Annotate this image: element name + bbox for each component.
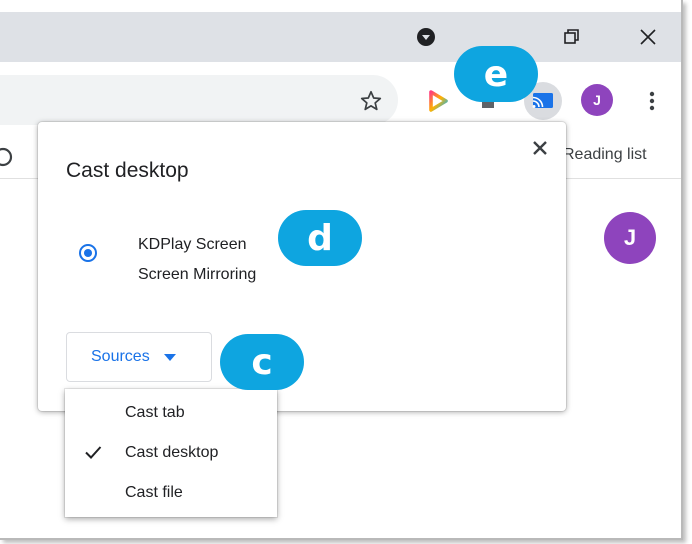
- sources-button[interactable]: Sources: [66, 332, 212, 382]
- bookmark-star-icon[interactable]: [358, 88, 384, 114]
- menu-item-label: Cast tab: [125, 404, 185, 421]
- close-icon[interactable]: [528, 136, 552, 160]
- callout-e-letter: e: [483, 53, 509, 95]
- bookmark-favicon-icon[interactable]: [0, 146, 14, 168]
- address-bar[interactable]: [0, 75, 398, 125]
- page-avatar-letter: J: [623, 225, 637, 250]
- callout-c: c: [220, 334, 304, 390]
- callout-d-letter: d: [307, 217, 333, 259]
- checkmark-icon: [83, 442, 103, 467]
- sink-radio[interactable]: [79, 244, 97, 262]
- incognito-dot-icon[interactable]: [403, 12, 449, 62]
- chevron-down-icon: [163, 353, 176, 361]
- sink-name-line2: Screen Mirroring: [138, 266, 257, 283]
- sources-label: Sources: [91, 348, 150, 365]
- sink-name: KDPlay Screen Screen Mirroring: [138, 230, 256, 290]
- profile-avatar[interactable]: J: [581, 84, 613, 116]
- menu-item-label: Cast file: [125, 484, 183, 501]
- page-avatar[interactable]: J: [604, 212, 656, 264]
- browser-window: J Reading list J Cast desktop KDPlay Scr…: [0, 0, 683, 540]
- kebab-menu-icon[interactable]: [640, 86, 664, 116]
- menu-item-cast-tab[interactable]: Cast tab: [65, 393, 277, 433]
- close-icon[interactable]: [625, 12, 671, 62]
- restore-icon[interactable]: [549, 12, 595, 62]
- callout-d: d: [278, 210, 362, 266]
- callout-c-letter: c: [251, 341, 273, 383]
- menu-item-label: Cast desktop: [125, 444, 219, 461]
- sources-menu: Cast tab Cast desktop Cast file: [65, 389, 277, 517]
- reading-list-button[interactable]: Reading list: [563, 146, 647, 164]
- callout-e: e: [454, 46, 538, 102]
- title-bar: [0, 12, 681, 62]
- sink-radio-dot: [84, 249, 92, 257]
- sink-name-line1: KDPlay Screen: [138, 236, 247, 253]
- menu-item-cast-file[interactable]: Cast file: [65, 473, 277, 513]
- cast-dialog-title: Cast desktop: [66, 159, 189, 182]
- kdplay-extension-icon[interactable]: [423, 86, 453, 116]
- avatar-letter: J: [593, 92, 601, 108]
- menu-item-cast-desktop[interactable]: Cast desktop: [65, 433, 277, 473]
